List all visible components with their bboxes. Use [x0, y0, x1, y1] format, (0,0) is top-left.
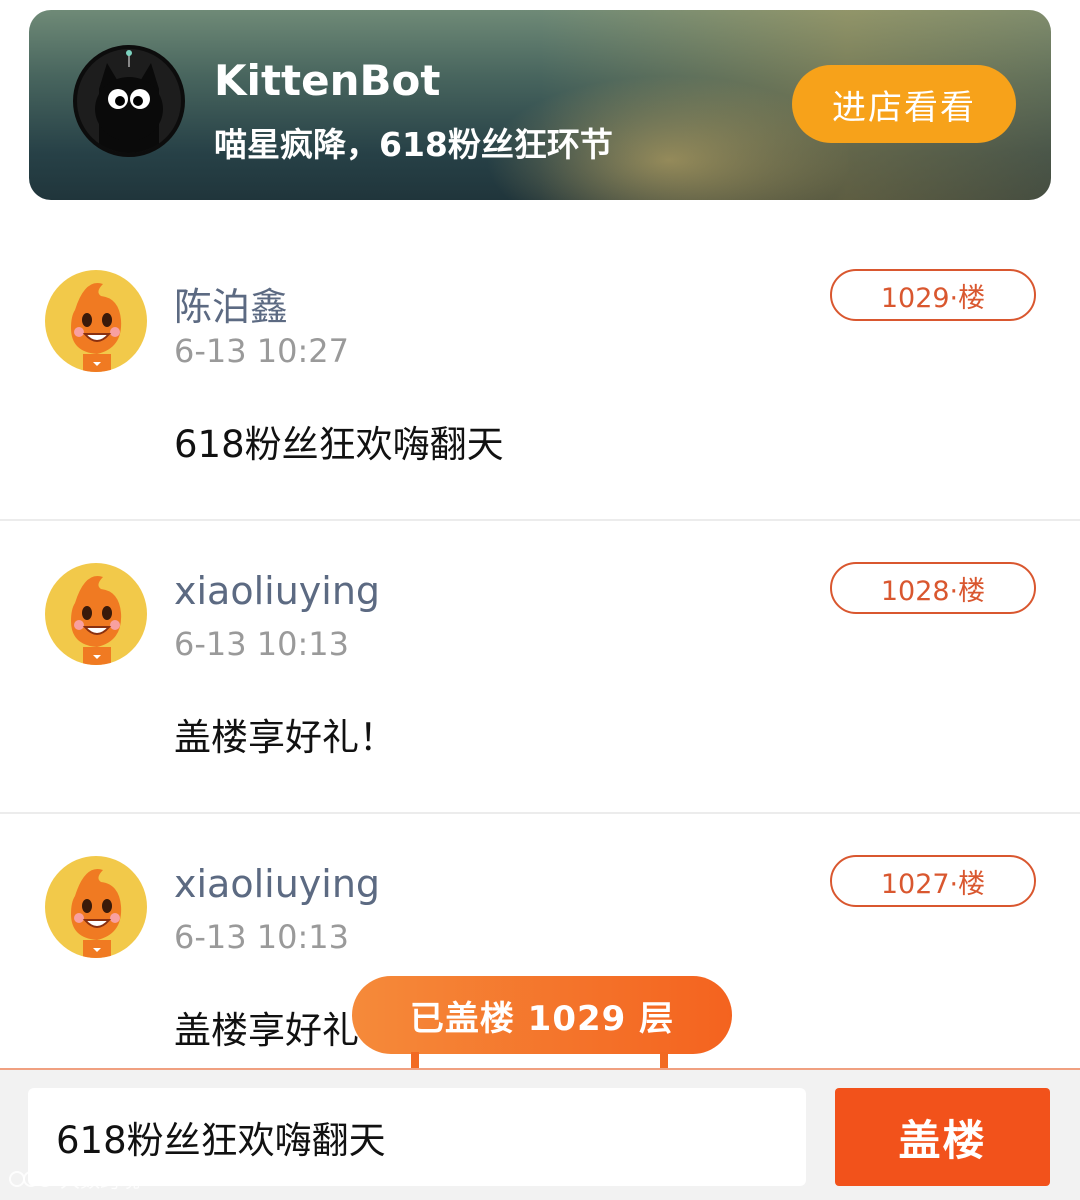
- orange-mascot-avatar-icon[interactable]: [45, 856, 147, 958]
- reply-bar: 盖楼: [0, 1068, 1080, 1200]
- store-banner[interactable]: KittenBot 喵星疯降，618粉丝狂环节 进店看看: [29, 10, 1051, 200]
- comment-item: xiaoliuying 6-13 10:13 盖楼享好礼！ 1028·楼: [0, 521, 1080, 814]
- floor-counter-badge: 已盖楼 1029 层: [352, 976, 732, 1054]
- store-slogan: 喵星疯降，618粉丝狂环节: [214, 125, 613, 164]
- comment-item: 陈泊鑫 6-13 10:27 618粉丝狂欢嗨翻天 1029·楼: [0, 228, 1080, 521]
- comment-username[interactable]: 陈泊鑫: [174, 276, 288, 331]
- reply-input[interactable]: [28, 1088, 806, 1186]
- floor-badge: 1028·楼: [830, 562, 1036, 614]
- comment-time: 6-13 10:13: [174, 625, 350, 663]
- orange-mascot-avatar-icon[interactable]: [45, 270, 147, 372]
- orange-mascot-avatar-icon[interactable]: [45, 563, 147, 665]
- visit-store-button[interactable]: 进店看看: [792, 65, 1016, 143]
- comment-username[interactable]: xiaoliuying: [174, 862, 380, 906]
- comment-time: 6-13 10:13: [174, 918, 350, 956]
- floor-badge: 1027·楼: [830, 855, 1036, 907]
- watermark: 大数跨境: [8, 1164, 140, 1193]
- comment-username[interactable]: xiaoliuying: [174, 569, 380, 613]
- watermark-logo-icon: [9, 1170, 53, 1187]
- comment-text: 618粉丝狂欢嗨翻天: [174, 423, 504, 466]
- comment-text: 盖楼享好礼！: [174, 716, 396, 759]
- comment-item: xiaoliuying 6-13 10:13 盖楼享好礼！ 1027·楼: [0, 814, 1080, 1107]
- submit-floor-button[interactable]: 盖楼: [835, 1088, 1050, 1186]
- black-cat-logo-icon: [73, 45, 185, 157]
- watermark-text: 大数跨境: [60, 1168, 140, 1192]
- floor-badge: 1029·楼: [830, 269, 1036, 321]
- comment-time: 6-13 10:27: [174, 332, 350, 370]
- store-name: KittenBot: [214, 56, 441, 105]
